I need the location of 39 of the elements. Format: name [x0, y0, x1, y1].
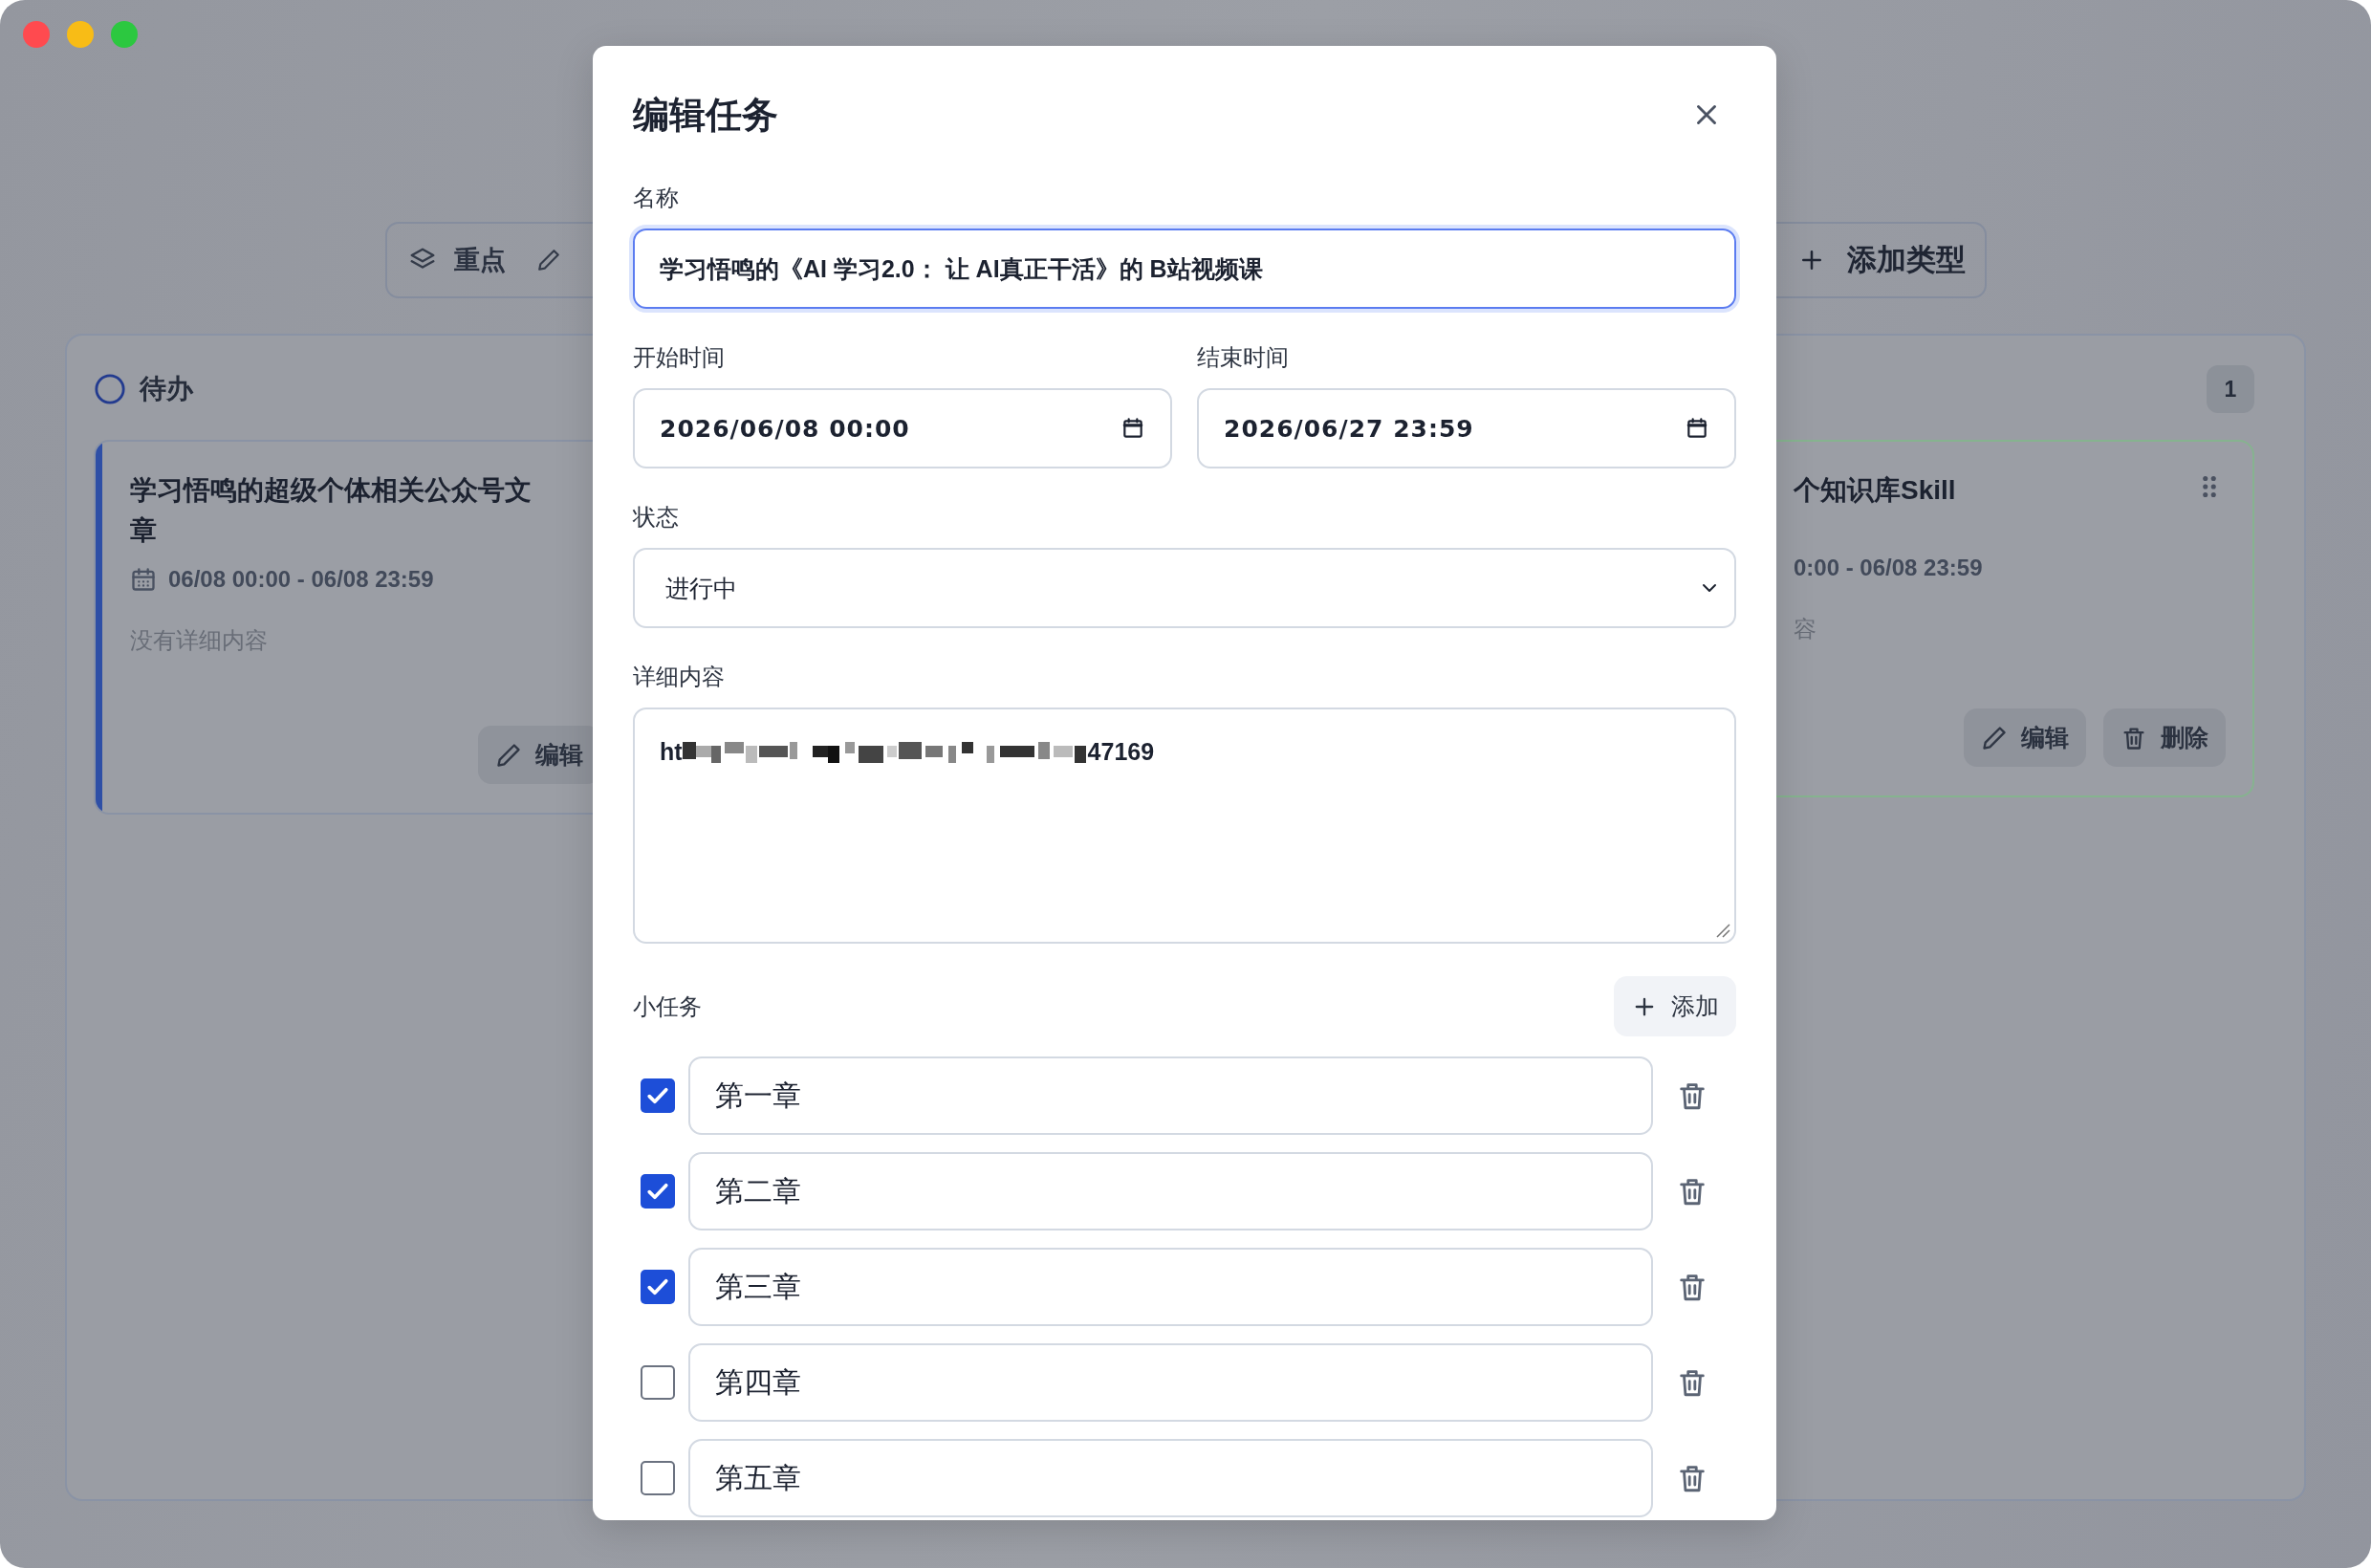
chip-label: 重点	[453, 245, 506, 276]
subtask-field[interactable]: 第五章	[688, 1439, 1653, 1517]
field-label: 结束时间	[1197, 343, 1290, 372]
delete-button[interactable]: 删除	[2103, 708, 2226, 767]
checkbox[interactable]	[641, 1078, 675, 1113]
field-label: 状态	[633, 503, 680, 532]
subtask-field[interactable]: 第二章	[688, 1152, 1653, 1230]
edit-button[interactable]: 编辑	[1964, 708, 2086, 767]
count-badge: 1	[2207, 365, 2254, 413]
checkbox[interactable]	[641, 1365, 675, 1400]
field-label: 小任务	[633, 991, 702, 1021]
column-title: 待办	[140, 373, 193, 405]
subtask-field[interactable]: 第四章	[688, 1343, 1653, 1422]
field-label: 开始时间	[633, 343, 726, 372]
subtask-field[interactable]: 第一章	[688, 1056, 1653, 1135]
field-label: 详细内容	[633, 663, 726, 691]
add-subtask-button[interactable]: 添加	[1614, 976, 1736, 1036]
card-title: 学习悟鸣的超级个体相关公众号文章	[130, 474, 532, 547]
pencil-icon	[1981, 724, 2008, 751]
calendar-icon	[1120, 416, 1145, 441]
status-select[interactable]: 进行中	[633, 548, 1736, 628]
subtask-field[interactable]: 第三章	[688, 1248, 1653, 1326]
resize-handle-icon[interactable]	[1715, 923, 1730, 938]
date-time-field[interactable]: 2026/06/27 23:59	[1197, 388, 1736, 468]
checkbox[interactable]	[641, 1270, 675, 1304]
card-date: 06/08 00:00 - 06/08 23:59	[168, 566, 434, 593]
details-field[interactable]: ht 47169	[633, 708, 1736, 944]
date-time-field[interactable]: 2026/06/08 00:00	[633, 388, 1172, 468]
dialog-title: 编辑任务	[633, 93, 778, 137]
pencil-icon	[495, 741, 522, 769]
checkbox[interactable]	[641, 1174, 675, 1209]
field-label: 名称	[633, 184, 680, 212]
checkbox[interactable]	[641, 1461, 675, 1495]
pencil-icon[interactable]	[535, 248, 561, 272]
card-title: 个知识库Skill	[1794, 474, 1957, 507]
circle-icon	[94, 373, 126, 405]
calendar-icon	[1685, 416, 1709, 441]
calendar-icon	[130, 566, 157, 593]
card-date: 0:00 - 06/08 23:59	[1794, 555, 1983, 581]
